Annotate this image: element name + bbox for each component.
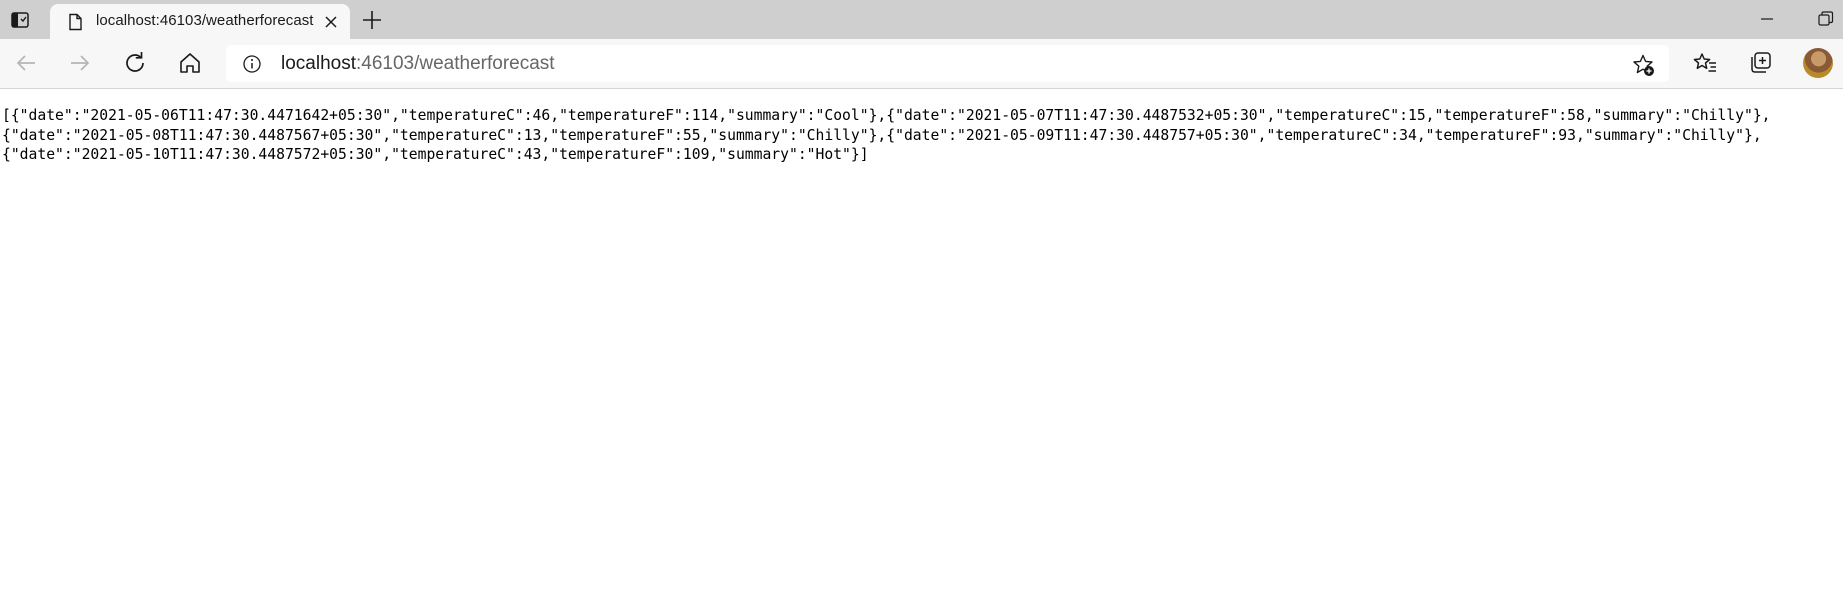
minimize-icon[interactable] <box>1754 9 1780 29</box>
profile-avatar[interactable] <box>1803 48 1833 78</box>
browser-window: localhost:46103/weatherforecast localhos… <box>0 0 1843 590</box>
tab-title: localhost:46103/weatherforecast <box>96 12 314 29</box>
json-line: {"date":"2021-05-08T11:47:30.4487567+05:… <box>2 126 1762 144</box>
json-line: [{"date":"2021-05-06T11:47:30.4471642+05… <box>2 107 1771 124</box>
arrow-left-icon[interactable] <box>10 47 42 79</box>
favorites-icon[interactable] <box>1689 47 1721 79</box>
plus-icon[interactable] <box>359 7 385 33</box>
refresh-icon[interactable] <box>119 47 151 79</box>
home-icon[interactable] <box>174 47 206 79</box>
json-line: {"date":"2021-05-10T11:47:30.4487572+05:… <box>2 146 869 163</box>
close-icon[interactable] <box>322 13 340 31</box>
page-icon <box>69 13 82 31</box>
address-bar[interactable]: localhost:46103/weatherforecast <box>226 45 1669 82</box>
restore-icon[interactable] <box>1815 8 1837 30</box>
star-add-icon[interactable] <box>1631 53 1655 77</box>
collections-icon[interactable] <box>1745 47 1777 79</box>
arrow-right-icon[interactable] <box>64 47 96 79</box>
tab-actions-button[interactable] <box>5 6 35 34</box>
page-content: [{"date":"2021-05-06T11:47:30.4471642+05… <box>0 89 1843 590</box>
info-icon[interactable] <box>242 54 262 74</box>
toolbar: localhost:46103/weatherforecast <box>0 39 1843 89</box>
tab-strip: localhost:46103/weatherforecast <box>0 0 1843 39</box>
url-host: localhost <box>281 53 356 74</box>
tab-actions-icon <box>11 12 29 28</box>
url-text[interactable]: localhost:46103/weatherforecast <box>281 53 555 75</box>
json-response: [{"date":"2021-05-06T11:47:30.4471642+05… <box>2 106 1771 165</box>
tab-active[interactable]: localhost:46103/weatherforecast <box>50 4 350 39</box>
url-path: :46103/weatherforecast <box>356 53 555 74</box>
